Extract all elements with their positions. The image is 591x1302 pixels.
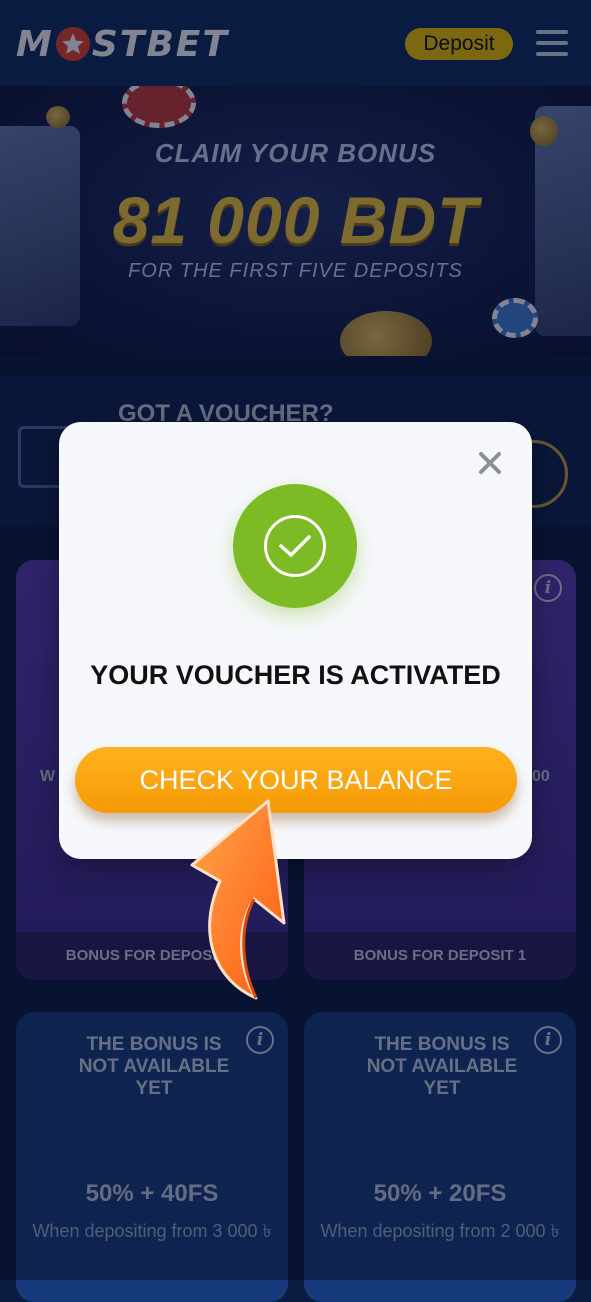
modal-title: YOUR VOUCHER IS ACTIVATED xyxy=(90,660,501,690)
check-circle-icon xyxy=(233,484,357,608)
pointing-arrow-icon xyxy=(190,799,286,1000)
voucher-activated-modal: YOUR VOUCHER IS ACTIVATED CHECK YOUR BAL… xyxy=(59,422,532,859)
close-icon[interactable] xyxy=(477,450,503,476)
